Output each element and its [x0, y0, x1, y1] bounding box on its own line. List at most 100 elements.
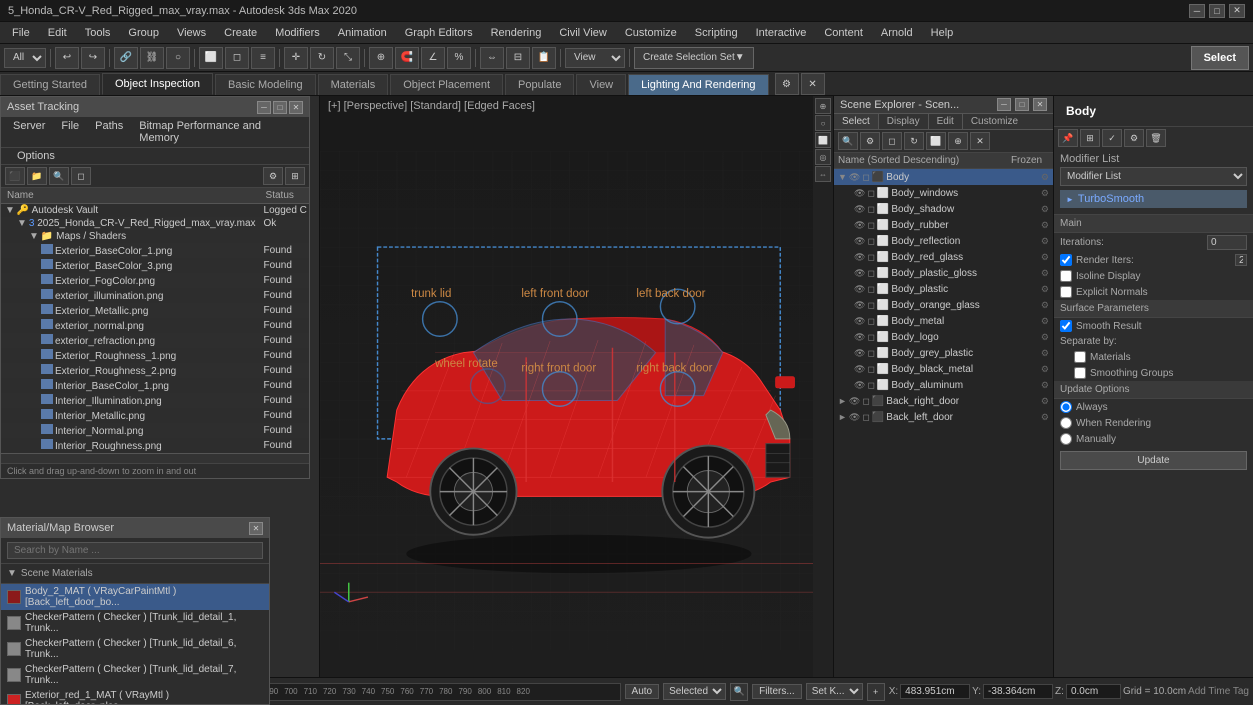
asset-restore-btn[interactable]: □	[273, 101, 287, 114]
angle-snap-btn[interactable]: ∠	[421, 47, 445, 69]
add-time-tag-btn[interactable]: Add Time Tag	[1188, 686, 1249, 697]
tree-expand-icon[interactable]: ►	[838, 396, 847, 406]
tree-item-body-windows[interactable]: 👁 ◻ ⬜ Body_windows ⚙	[834, 185, 1053, 201]
table-row[interactable]: Interior_Metallic.png Found	[1, 408, 309, 423]
tree-expand-body[interactable]: ▼	[838, 172, 847, 182]
asset-menu-bitmap[interactable]: Bitmap Performance and Memory	[131, 119, 305, 145]
always-radio[interactable]	[1060, 401, 1072, 413]
isoline-checkbox[interactable]	[1060, 270, 1072, 282]
tab-object-placement[interactable]: Object Placement	[390, 74, 503, 95]
menu-create[interactable]: Create	[216, 25, 265, 41]
select-name-btn[interactable]: ≡	[251, 47, 275, 69]
se-min-btn[interactable]: ─	[997, 98, 1011, 111]
manually-radio[interactable]	[1060, 433, 1072, 445]
vp-tool-4[interactable]: ◎	[815, 149, 831, 165]
explicit-normals-checkbox[interactable]	[1060, 286, 1072, 298]
menu-graph-editors[interactable]: Graph Editors	[397, 25, 481, 41]
mat-item[interactable]: Exterior_red_1_MAT ( VRayMtl ) [Back_lef…	[1, 688, 269, 704]
set-key-dropdown[interactable]: Set K...	[806, 683, 863, 700]
se-btn-2[interactable]: ⚙	[860, 132, 880, 150]
menu-edit[interactable]: Edit	[40, 25, 75, 41]
table-row[interactable]: ▼🔑 Autodesk Vault Logged C	[1, 204, 309, 218]
scale-btn[interactable]: ⤡	[336, 47, 360, 69]
asset-menu-paths[interactable]: Paths	[87, 119, 131, 145]
select-region-btn[interactable]: ◻	[225, 47, 249, 69]
asset-tb-expand[interactable]: ⊞	[285, 167, 305, 185]
se-tab-display[interactable]: Display	[879, 114, 929, 129]
table-row[interactable]: Exterior_Metallic.png Found	[1, 303, 309, 318]
mod-tb-show-end[interactable]: ⊞	[1080, 129, 1100, 147]
tree-item-body-aluminum[interactable]: 👁 ◻ ⬜ Body_aluminum ⚙	[834, 377, 1053, 393]
vp-tool-3[interactable]: ⬜	[815, 132, 831, 148]
asset-options[interactable]: Options	[9, 149, 63, 163]
layer-btn[interactable]: 📋	[532, 47, 556, 69]
render-iters-checkbox[interactable]	[1060, 254, 1072, 266]
tab-basic-modeling[interactable]: Basic Modeling	[215, 74, 316, 95]
asset-tb-btn4[interactable]: ◻	[71, 167, 91, 185]
se-max-btn[interactable]: □	[1015, 98, 1029, 111]
coord-z-input[interactable]	[1066, 684, 1121, 699]
search-bottom-btn[interactable]: 🔍	[730, 683, 748, 701]
menu-customize[interactable]: Customize	[617, 25, 685, 41]
tree-item-body-grey-plastic[interactable]: 👁 ◻ ⬜ Body_grey_plastic ⚙	[834, 345, 1053, 361]
table-row[interactable]: Interior_BaseColor_1.png Found	[1, 378, 309, 393]
select-btn[interactable]: Select	[1191, 46, 1249, 70]
table-row[interactable]: exterior_illumination.png Found	[1, 288, 309, 303]
smoothing-groups-checkbox[interactable]	[1074, 367, 1086, 379]
menu-civil-view[interactable]: Civil View	[551, 25, 614, 41]
bind-space-btn[interactable]: ○	[166, 47, 190, 69]
minimize-btn[interactable]: ─	[1189, 4, 1205, 18]
table-row[interactable]: ▼📁 Maps / Shaders	[1, 230, 309, 243]
se-btn-1[interactable]: 🔍	[838, 132, 858, 150]
smooth-result-checkbox[interactable]	[1060, 320, 1072, 332]
tab-lighting-rendering[interactable]: Lighting And Rendering	[628, 74, 768, 95]
asset-tb-btn2[interactable]: 📁	[27, 167, 47, 185]
se-tab-select[interactable]: Select	[834, 114, 879, 129]
mat-search-input[interactable]	[7, 542, 263, 559]
tree-item-back-right-door[interactable]: ► 👁 ◻ ⬛ Back_right_door ⚙	[834, 393, 1053, 409]
view-mode-select[interactable]: View	[565, 48, 625, 68]
menu-group[interactable]: Group	[120, 25, 167, 41]
table-row[interactable]: exterior_refraction.png Found	[1, 333, 309, 348]
tree-expand-icon[interactable]: ►	[838, 412, 847, 422]
mod-tb-pin[interactable]: 📌	[1058, 129, 1078, 147]
menu-content[interactable]: Content	[816, 25, 871, 41]
table-row[interactable]: ▼3 2025_Honda_CR-V_Red_Rigged_max_vray.m…	[1, 217, 309, 230]
tab-close-btn[interactable]: ✕	[801, 73, 825, 95]
tree-item-body-black-metal[interactable]: 👁 ◻ ⬜ Body_black_metal ⚙	[834, 361, 1053, 377]
when-rendering-radio[interactable]	[1060, 417, 1072, 429]
se-tab-customize[interactable]: Customize	[963, 114, 1026, 129]
table-row[interactable]: Exterior_BaseColor_3.png Found	[1, 258, 309, 273]
asset-minimize-btn[interactable]: ─	[257, 101, 271, 114]
se-btn-3[interactable]: ◻	[882, 132, 902, 150]
mod-tb-delete[interactable]: 🗑	[1146, 129, 1166, 147]
tab-materials[interactable]: Materials	[318, 74, 389, 95]
se-close-btn[interactable]: ✕	[1033, 98, 1047, 111]
maximize-btn[interactable]: □	[1209, 4, 1225, 18]
tab-populate[interactable]: Populate	[505, 74, 574, 95]
tab-object-inspection[interactable]: Object Inspection	[102, 73, 213, 95]
vp-tool-1[interactable]: ⊕	[815, 98, 831, 114]
selected-dropdown[interactable]: Selected	[663, 683, 726, 700]
vp-tool-2[interactable]: ○	[815, 115, 831, 131]
menu-rendering[interactable]: Rendering	[483, 25, 550, 41]
filter-select[interactable]: All	[4, 48, 46, 68]
mod-tb-config[interactable]: ⚙	[1124, 129, 1144, 147]
tree-item-body-rubber[interactable]: 👁 ◻ ⬜ Body_rubber ⚙	[834, 217, 1053, 233]
tree-item-body-red-glass[interactable]: 👁 ◻ ⬜ Body_red_glass ⚙	[834, 249, 1053, 265]
iterations-input[interactable]	[1207, 235, 1247, 250]
materials-checkbox[interactable]	[1074, 351, 1086, 363]
menu-interactive[interactable]: Interactive	[748, 25, 815, 41]
filters-btn[interactable]: Filters...	[752, 684, 802, 699]
coord-y-input[interactable]	[983, 684, 1053, 699]
menu-modifiers[interactable]: Modifiers	[267, 25, 328, 41]
se-btn-5[interactable]: ⬜	[926, 132, 946, 150]
tree-item-body-metal[interactable]: 👁 ◻ ⬜ Body_metal ⚙	[834, 313, 1053, 329]
mat-item[interactable]: CheckerPattern ( Checker ) [Trunk_lid_de…	[1, 662, 269, 688]
tree-item-body-reflection[interactable]: 👁 ◻ ⬜ Body_reflection ⚙	[834, 233, 1053, 249]
tab-view[interactable]: View	[576, 74, 626, 95]
tree-item-back-left-door[interactable]: ► 👁 ◻ ⬛ Back_left_door ⚙	[834, 409, 1053, 425]
asset-tb-btn1[interactable]: ⬛	[5, 167, 25, 185]
tree-item-body-shadow[interactable]: 👁 ◻ ⬜ Body_shadow ⚙	[834, 201, 1053, 217]
viewport[interactable]: [+] [Perspective] [Standard] [Edged Face…	[320, 96, 833, 705]
